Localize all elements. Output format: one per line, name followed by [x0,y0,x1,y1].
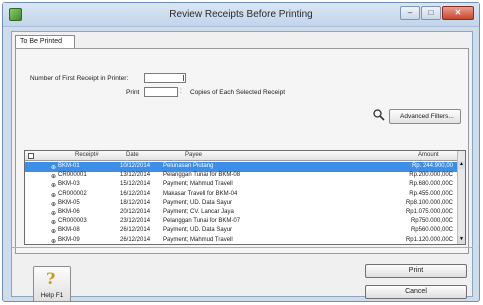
cell-payee: Payment; UD. Data Sayur [163,199,233,206]
first-receipt-label: Number of First Receipt in Printer: [30,75,129,82]
grid-scrollbar[interactable]: ▲ ▼ [457,151,465,244]
receipt-type-icon: ⊕ [51,192,57,199]
tab-to-be-printed[interactable]: To Be Printed [15,35,75,49]
cell-amount: Rp1.120.000,00C [405,236,453,243]
cell-date: 26/12/2014 [120,227,151,234]
search-icon [373,109,385,121]
cell-amount: Rp560.000,00C [410,227,453,234]
copies-spinner-icon[interactable]: ⁚ [180,88,182,95]
help-icon: ? [46,269,56,288]
cell-date: 10/12/2014 [120,163,151,169]
cell-receipt: BKM-05 [58,199,80,206]
select-all-checkbox[interactable] [28,153,34,159]
cell-payee: Payment; Mahmud Travell [163,236,233,243]
cell-receipt: CR000001 [58,172,87,179]
cell-amount: Rp.455.000,00C [409,190,453,197]
cell-receipt: CR000002 [58,190,87,197]
receipt-type-icon: ⊕ [51,220,57,227]
cell-payee: Payment; Mahmud Travell [163,181,233,188]
receipt-type-icon: ⊕ [51,211,57,217]
separator [12,247,473,248]
cell-payee: Pelanggan Tunai for BKM-08 [163,172,241,179]
review-receipts-window: Review Receipts Before Printing – □ ✕ To… [2,2,480,302]
receipts-grid: Receipt# Date Payee Amount ⊕ BKM-01 10/12/… [24,150,466,245]
cell-receipt: BKM-06 [58,209,80,215]
cell-date: 23/12/2014 [120,218,151,225]
title-bar: Review Receipts Before Printing – □ ✕ [3,3,479,27]
column-header-date[interactable]: Date [126,152,139,158]
cell-date: 13/12/2014 [120,172,151,179]
cell-date: 15/12/2014 [120,181,151,188]
cell-amount: Rp1.075.000,00C [405,209,453,215]
cell-amount: Rp.680.000,00C [409,181,453,188]
help-button[interactable]: ? Help F1 [33,266,71,302]
copies-label: Copies of Each Selected Receipt [190,89,286,96]
receipt-type-icon: ⊕ [51,201,57,208]
scroll-up-icon[interactable]: ▲ [458,161,465,169]
column-header-receipt[interactable]: Receipt# [75,152,99,158]
help-label: Help F1 [40,292,64,299]
first-receipt-input[interactable] [144,73,186,83]
cell-receipt: BKM-03 [58,181,80,188]
minimize-button[interactable]: – [400,6,420,20]
cell-date: 16/12/2014 [120,190,151,197]
scroll-down-icon[interactable]: ▼ [458,236,465,244]
cell-amount: Rp750.000,00C [410,218,453,225]
window-controls: – □ ✕ [400,6,474,20]
cell-receipt: BKM-08 [58,227,80,234]
cancel-button[interactable]: Cancel [365,285,467,299]
receipt-type-icon: ⊕ [51,229,57,236]
cell-amount: Rp. 244.900,00 [411,163,453,169]
grid-header: Receipt# Date Payee Amount [25,151,457,161]
receipt-type-icon: ⊕ [51,174,57,181]
column-header-amount[interactable]: Amount [418,152,439,158]
cell-receipt: BKM-09 [58,236,80,243]
cell-receipt: BKM-01 [58,163,80,169]
cell-receipt: CR000003 [58,218,87,225]
column-header-payee[interactable]: Payee [185,152,202,158]
cell-date: 20/12/2014 [120,209,151,215]
cell-amount: Rp.200.000,00C [409,172,453,179]
cell-amount: Rp8.100.000,00C [405,199,453,206]
close-button[interactable]: ✕ [442,6,474,20]
cell-payee: Pelunasan Piutang [163,163,214,169]
advanced-filters-button[interactable]: Advanced Filters... [389,109,461,124]
cell-date: 18/12/2014 [120,199,151,206]
receipt-type-icon: ⊕ [51,165,57,171]
cell-payee: Makasar Travell for BKM-04 [163,190,238,197]
receipt-type-icon: ⊕ [51,183,57,190]
table-row[interactable]: ⊕ BKM-09 26/12/2014 Payment; Mahmud Travell… [25,236,457,245]
cell-date: 26/12/2014 [120,236,151,243]
print-copies-input[interactable] [144,87,178,97]
print-button[interactable]: Print [365,264,467,278]
close-icon: ✕ [454,8,462,17]
maximize-icon: □ [428,8,434,17]
text-caret [183,75,184,81]
minimize-icon: – [407,8,413,17]
receipt-type-icon: ⊕ [51,238,57,245]
print-label: Print [126,89,140,96]
maximize-button[interactable]: □ [421,6,441,20]
cell-payee: Payment; UD. Data Sayur [163,227,233,234]
cell-payee: Pelanggan Tunai for BKM-07 [163,218,241,225]
cell-payee: Payment; CV. Lancar Jaya [163,209,234,215]
